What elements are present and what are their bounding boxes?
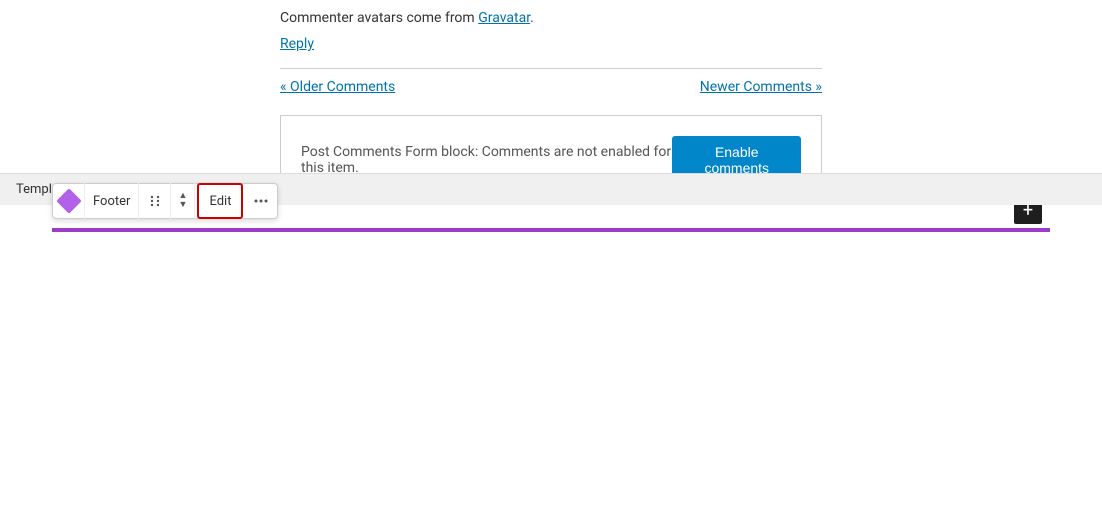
gravatar-link[interactable]: Gravatar bbox=[478, 10, 530, 26]
edit-button[interactable]: Edit bbox=[197, 183, 243, 219]
newer-comments-link[interactable]: Newer Comments » bbox=[700, 79, 822, 95]
footer-section: Pickup WP Proudly powered by WordPress + bbox=[52, 228, 1050, 232]
move-down-icon: ▼ bbox=[178, 201, 187, 210]
older-comments-link[interactable]: « Older Comments bbox=[280, 79, 395, 95]
footer-block-icon bbox=[53, 183, 85, 219]
reply-link[interactable]: Reply bbox=[280, 36, 314, 52]
more-options-button[interactable] bbox=[245, 183, 277, 219]
comments-navigation: « Older Comments Newer Comments » bbox=[280, 68, 822, 105]
move-up-down-buttons[interactable]: ▲ ▼ bbox=[171, 183, 195, 219]
wp-diamond-icon bbox=[56, 188, 81, 213]
gravatar-text: Commenter avatars come from Gravatar. bbox=[280, 10, 822, 26]
footer-block-toolbar: Footer ▲ ▼ Edit bbox=[52, 183, 278, 219]
drag-handle[interactable] bbox=[139, 183, 171, 219]
post-comments-message: Post Comments Form block: Comments are n… bbox=[301, 144, 672, 176]
footer-label: Footer bbox=[85, 183, 139, 219]
